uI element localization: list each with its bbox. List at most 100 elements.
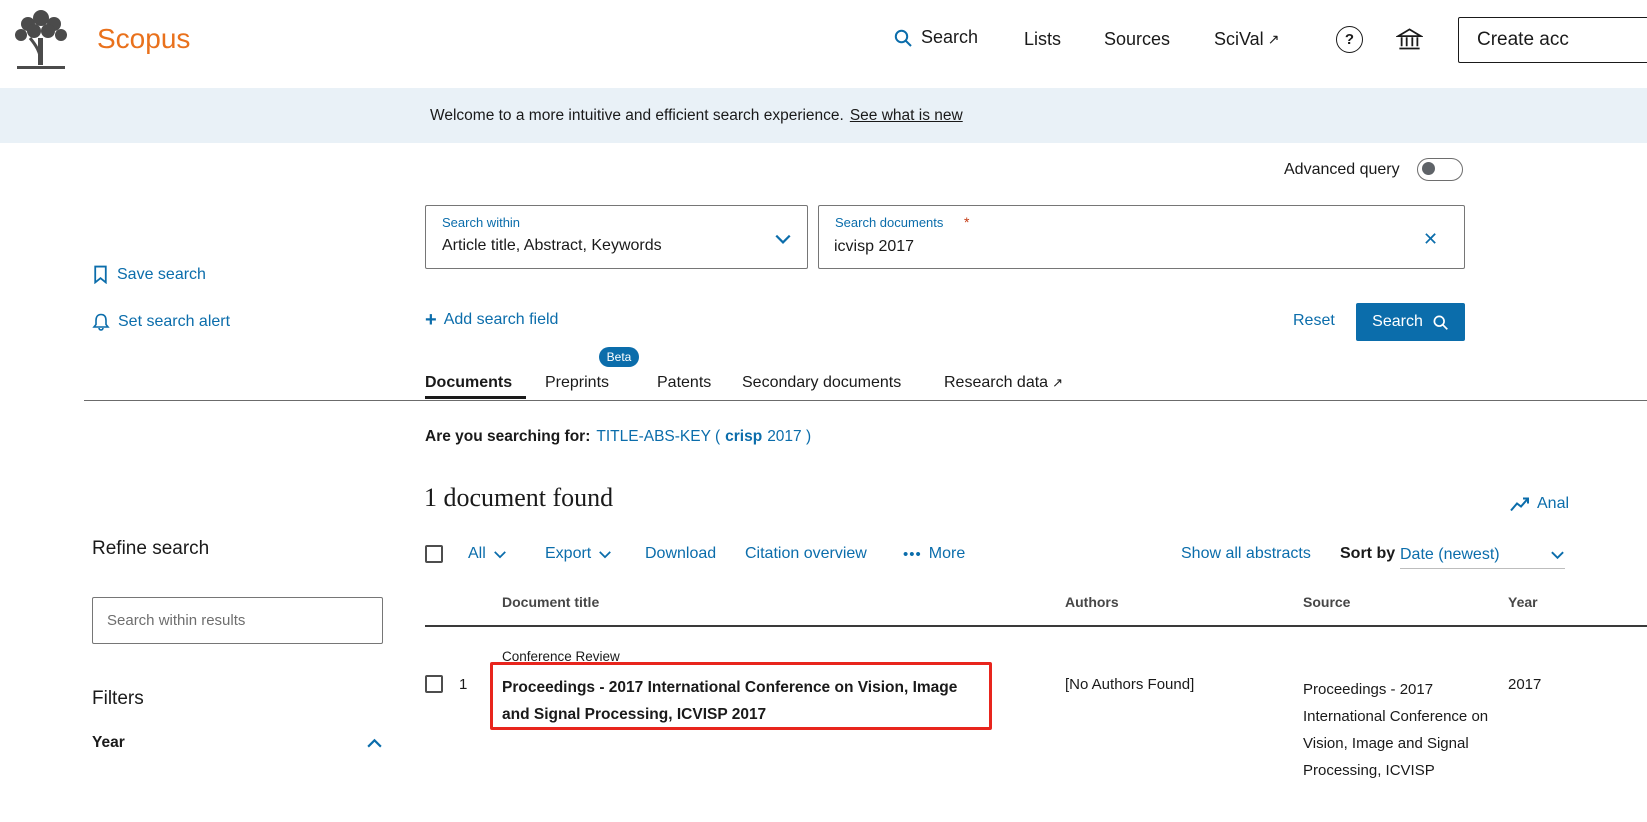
suggestion-query-post: 2017 ) [767,428,811,446]
tab-research-data[interactable]: Research data [944,374,1063,392]
row-checkbox[interactable] [425,675,443,693]
select-all-checkbox[interactable] [425,545,443,563]
add-search-field-action[interactable]: Add search field [425,311,558,329]
institution-icon [1396,27,1423,52]
row-document-title-link[interactable]: Proceedings - 2017 International Confere… [502,674,980,728]
beta-badge: Beta [599,347,639,367]
bookmark-icon [92,265,109,284]
export-dropdown[interactable]: Export [545,545,612,563]
row-year: 2017 [1508,676,1541,693]
header: Scopus Search Lists Sources SciVal Creat… [0,0,1647,88]
column-header-authors: Authors [1065,594,1119,610]
sort-by-label: Sort by [1340,545,1395,563]
external-link-icon [1052,375,1063,391]
banner-text: Welcome to a more intuitive and efficien… [430,107,844,125]
tabs-divider [84,400,1647,401]
refine-search-title: Refine search [92,538,209,560]
search-documents-label: Search documents [835,215,943,230]
column-header-year: Year [1508,594,1538,610]
chevron-down-icon [1550,550,1565,560]
reset-link[interactable]: Reset [1293,312,1335,330]
sort-value: Date (newest) [1400,546,1500,564]
nav-scival[interactable]: SciVal [1214,29,1279,50]
select-all-dropdown[interactable]: All [468,545,507,563]
sort-dropdown[interactable]: Date (newest) [1400,541,1565,569]
create-account-button[interactable]: Create acc [1458,17,1647,63]
search-within-dropdown[interactable]: Search within Article title, Abstract, K… [425,205,808,269]
chevron-down-icon [493,550,507,559]
brand-title[interactable]: Scopus [97,23,190,55]
institution-button[interactable] [1396,27,1423,57]
active-tab-underline [425,396,526,399]
citation-overview-button[interactable]: Citation overview [745,545,867,563]
search-documents-field: Search documents * [818,205,1465,269]
suggestion-query-link[interactable]: TITLE-ABS-KEY ( crisp 2017 ) [596,428,811,446]
analyze-results-label: Anal [1537,495,1569,513]
tab-patents[interactable]: Patents [657,374,711,392]
advanced-query-label: Advanced query [1284,161,1400,179]
search-within-value: Article title, Abstract, Keywords [442,237,662,255]
row-source[interactable]: Proceedings - 2017 International Confere… [1303,676,1489,784]
suggestion-prefix: Are you searching for: [425,428,590,446]
analyze-results-link[interactable]: Anal [1510,495,1569,513]
suggestion-query-pre: TITLE-ABS-KEY ( [596,428,720,446]
column-header-source: Source [1303,594,1350,610]
clear-search-icon[interactable] [1423,229,1438,250]
external-link-icon [1268,31,1280,48]
search-suggestion: Are you searching for: TITLE-ABS-KEY ( c… [425,428,811,446]
chevron-down-icon [598,550,612,559]
suggestion-query-bold: crisp [725,428,762,446]
table-header-divider [425,625,1647,627]
search-within-label: Search within [442,215,520,230]
search-button[interactable]: Search [1356,303,1465,341]
tab-documents[interactable]: Documents [425,374,512,392]
row-index: 1 [459,676,467,693]
help-icon[interactable] [1336,26,1363,53]
all-label: All [468,545,486,563]
elsevier-tree-icon [8,8,74,78]
tab-secondary-documents[interactable]: Secondary documents [742,374,901,392]
more-dots-icon [903,546,922,563]
year-filter-group[interactable]: Year [92,734,383,752]
nav-lists[interactable]: Lists [1024,29,1061,50]
search-button-label: Search [1372,313,1423,331]
banner-see-what-is-new-link[interactable]: See what is new [850,107,963,125]
plus-icon [425,311,437,329]
download-button[interactable]: Download [645,545,716,563]
more-dropdown[interactable]: More [903,545,965,563]
column-header-document-title: Document title [502,594,599,610]
year-filter-label: Year [92,734,125,752]
search-button-icon [1432,314,1449,331]
bell-icon [92,312,110,331]
elsevier-logo[interactable] [8,8,74,78]
show-all-abstracts-button[interactable]: Show all abstracts [1181,545,1311,563]
save-search-action[interactable]: Save search [92,265,206,284]
chevron-down-icon [774,233,792,245]
search-within-results-input[interactable] [92,597,383,644]
set-search-alert-action[interactable]: Set search alert [92,312,230,331]
add-search-field-label: Add search field [444,311,559,329]
nav-sources[interactable]: Sources [1104,29,1170,50]
tab-preprints[interactable]: Preprints [545,374,609,392]
row-doc-type: Conference Review [502,649,620,664]
welcome-banner: Welcome to a more intuitive and efficien… [0,88,1647,143]
results-count: 1 document found [424,483,613,513]
search-icon [893,28,913,48]
export-label: Export [545,545,591,563]
toggle-knob [1422,162,1435,175]
row-authors: [No Authors Found] [1065,676,1194,693]
nav-search-label: Search [921,27,978,48]
analyze-chart-icon [1510,496,1530,513]
advanced-query-toggle[interactable] [1417,158,1463,181]
chevron-up-icon [366,738,383,749]
more-label: More [929,545,965,563]
required-asterisk: * [964,214,969,230]
nav-search[interactable]: Search [893,27,978,48]
tab-research-data-label: Research data [944,374,1048,392]
nav-scival-label: SciVal [1214,29,1264,50]
save-search-label: Save search [117,266,206,284]
search-documents-input[interactable] [834,235,1394,259]
filters-title: Filters [92,688,144,710]
scopus-search-results-page: { "colors": { "brand_orange": "#e9711c",… [0,0,1647,822]
set-search-alert-label: Set search alert [118,313,230,331]
